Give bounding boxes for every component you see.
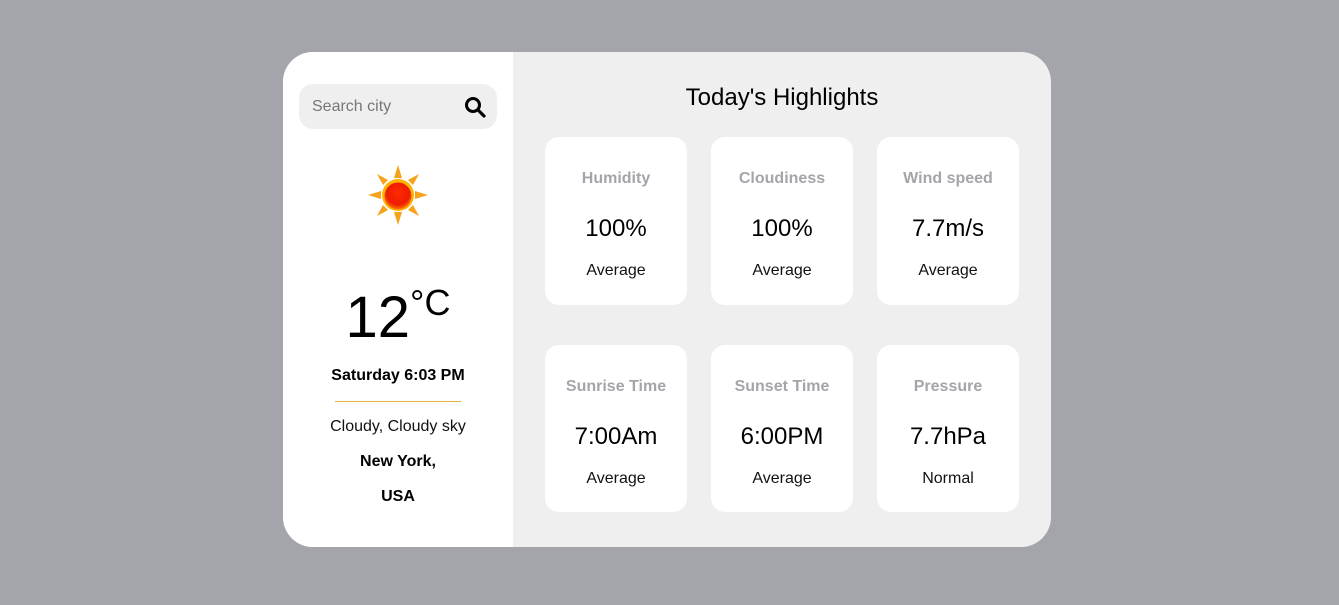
current-datetime: Saturday 6:03 PM bbox=[331, 367, 465, 384]
tile-value: 100% bbox=[751, 215, 813, 242]
country-name: USA bbox=[381, 488, 415, 505]
wind-speed-tile: Wind speed 7.7m/s Average bbox=[877, 137, 1019, 305]
tile-label: Wind speed bbox=[903, 170, 993, 187]
tile-status: Normal bbox=[922, 470, 974, 487]
tile-status: Average bbox=[586, 262, 646, 279]
divider bbox=[335, 401, 461, 402]
sidebar: 12°C Saturday 6:03 PM Cloudy, Cloudy sky… bbox=[283, 52, 513, 547]
tile-status: Average bbox=[918, 262, 978, 279]
sunset-tile: Sunset Time 6:00PM Average bbox=[711, 345, 853, 512]
tile-value: 7.7m/s bbox=[911, 215, 985, 242]
tile-value: 7.7hPa bbox=[909, 423, 987, 450]
tile-label: Humidity bbox=[581, 170, 651, 187]
tile-label: Sunset Time bbox=[734, 378, 830, 395]
temperature-unit: °C bbox=[410, 282, 451, 323]
tile-status: Average bbox=[586, 470, 646, 487]
pressure-tile: Pressure 7.7hPa Normal bbox=[877, 345, 1019, 512]
search-input[interactable] bbox=[299, 84, 449, 129]
tile-value: 7:00Am bbox=[574, 423, 658, 450]
weather-condition: Cloudy, Cloudy sky bbox=[330, 418, 466, 435]
search-icon[interactable] bbox=[463, 95, 487, 119]
temperature-display: 12°C bbox=[283, 282, 513, 351]
temperature-value: 12 bbox=[345, 285, 411, 350]
sunrise-tile: Sunrise Time 7:00Am Average bbox=[545, 345, 687, 512]
search-box bbox=[299, 84, 497, 129]
weather-card: 12°C Saturday 6:03 PM Cloudy, Cloudy sky… bbox=[283, 52, 1051, 547]
humidity-tile: Humidity 100% Average bbox=[545, 137, 687, 305]
tile-label: Cloudiness bbox=[738, 170, 826, 187]
city-name: New York, bbox=[360, 453, 436, 470]
cloudiness-tile: Cloudiness 100% Average bbox=[711, 137, 853, 305]
tile-label: Sunrise Time bbox=[565, 378, 667, 395]
highlights-panel: Today's Highlights Humidity 100% Average… bbox=[513, 52, 1051, 547]
tile-label: Pressure bbox=[913, 378, 983, 395]
highlights-title: Today's Highlights bbox=[685, 84, 879, 111]
tile-value: 100% bbox=[585, 215, 647, 242]
sun-icon bbox=[368, 165, 428, 225]
tile-value: 6:00PM bbox=[740, 423, 824, 450]
tile-status: Average bbox=[752, 262, 812, 279]
tile-status: Average bbox=[752, 470, 812, 487]
